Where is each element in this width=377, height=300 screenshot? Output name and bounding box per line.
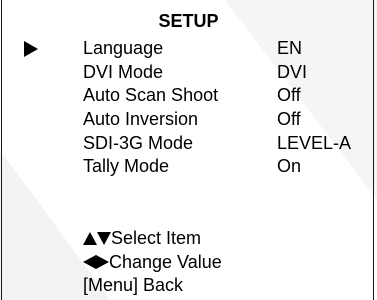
menu-item-value: LEVEL-A xyxy=(277,132,352,153)
menu-item-auto-scan-shoot[interactable]: Auto Scan Shoot Off xyxy=(83,84,373,108)
menu-item-label: DVI Mode xyxy=(83,61,164,82)
triangle-right-icon xyxy=(96,254,109,269)
triangle-up-icon xyxy=(83,232,97,245)
menu-item-sdi-3g-mode[interactable]: SDI-3G Mode LEVEL-A xyxy=(83,132,373,156)
help-menu-back: [Menu] Back xyxy=(83,274,373,298)
help-change-value-label: Change Value xyxy=(109,251,222,272)
menu-item-dvi-mode[interactable]: DVI Mode DVI xyxy=(83,61,373,85)
help-legend: Select Item Change Value [Menu] Back xyxy=(83,227,373,298)
help-change-value: Change Value xyxy=(83,251,373,275)
menu-item-value: DVI xyxy=(277,61,308,82)
menu-item-label: Tally Mode xyxy=(83,156,170,177)
menu-item-label: SDI-3G Mode xyxy=(83,132,194,153)
menu-item-value: Off xyxy=(277,85,301,106)
triangle-left-icon xyxy=(83,254,96,269)
triangle-down-icon xyxy=(97,232,111,245)
menu-list: Language EN DVI Mode DVI Auto Scan Shoot… xyxy=(83,37,373,179)
menu-item-language[interactable]: Language EN xyxy=(83,37,373,61)
menu-item-label: Language xyxy=(83,38,164,58)
help-select-item-label: Select Item xyxy=(111,228,202,248)
menu-item-label: Auto Scan Shoot xyxy=(83,85,219,106)
menu-item-value: EN xyxy=(277,38,303,58)
menu-item-label: Auto Inversion xyxy=(83,109,199,130)
help-menu-back-label: [Menu] Back xyxy=(83,275,184,295)
play-arrow-icon xyxy=(24,41,38,57)
help-select-item: Select Item xyxy=(83,227,373,251)
menu-title: SETUP xyxy=(158,11,219,31)
osd-setup-screen: SETUP Language EN DVI Mode DVI Auto Scan… xyxy=(0,0,377,300)
menu-item-value: Off xyxy=(277,109,301,130)
menu-item-tally-mode[interactable]: Tally Mode On xyxy=(83,155,373,179)
menu-item-auto-inversion[interactable]: Auto Inversion Off xyxy=(83,108,373,132)
menu-item-value: On xyxy=(277,156,302,177)
